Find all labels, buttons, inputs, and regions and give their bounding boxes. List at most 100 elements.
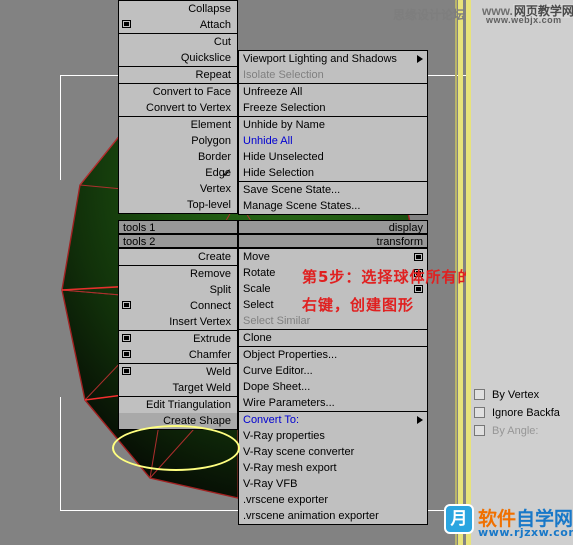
tools2-item-create[interactable]: Create xyxy=(119,249,237,265)
display-item-save-scene-state[interactable]: Save Scene State... xyxy=(239,182,427,198)
settings-box-icon[interactable] xyxy=(122,301,131,309)
tools2-item-target-weld[interactable]: Target Weld xyxy=(119,380,237,396)
menu-item-label: Select Similar xyxy=(243,315,311,327)
menu-item-label: Cut xyxy=(213,36,231,48)
transform-item-move[interactable]: Move xyxy=(239,249,427,265)
settings-box-icon[interactable] xyxy=(122,367,131,375)
by-vertex-checkbox[interactable] xyxy=(474,389,485,400)
transform-item-v-ray-vfb[interactable]: V-Ray VFB xyxy=(239,476,427,492)
display-item-manage-scene-states[interactable]: Manage Scene States... xyxy=(239,198,427,214)
quad-pane-tools2[interactable]: Create Remove Split Connect Insert Vertex Ext… xyxy=(118,248,238,430)
transform-item-wire-parameters[interactable]: Wire Parameters... xyxy=(239,395,427,411)
by-angle-checkbox[interactable] xyxy=(474,425,485,436)
menu-item-label: Vertex xyxy=(199,183,231,195)
menu-item-label: Element xyxy=(190,119,231,131)
menu-item-label: Convert To: xyxy=(243,414,300,426)
menu-item-label: Chamfer xyxy=(188,349,231,361)
menu-item-label: Quickslice xyxy=(180,52,231,64)
tools1-item-quickslice[interactable]: Quickslice xyxy=(119,50,237,66)
menu-item-label: Curve Editor... xyxy=(243,365,313,377)
display-item-unhide-all[interactable]: Unhide All xyxy=(239,133,427,149)
menu-item-label: Select xyxy=(243,299,274,311)
check-icon: ✓ xyxy=(221,166,232,180)
tools1-item-polygon[interactable]: Polygon xyxy=(119,133,237,149)
settings-box-icon[interactable] xyxy=(122,334,131,342)
transform-item-v-ray-scene-converter[interactable]: V-Ray scene converter xyxy=(239,444,427,460)
menu-item-label: Rotate xyxy=(243,267,276,279)
menu-item-label: Insert Vertex xyxy=(169,316,231,328)
menu-item-label: Weld xyxy=(206,366,231,378)
tools2-item-chamfer[interactable]: Chamfer xyxy=(119,347,237,363)
tools2-item-weld[interactable]: Weld xyxy=(119,364,237,380)
settings-box-icon[interactable] xyxy=(122,20,131,28)
quad-pane-tools1[interactable]: Collapse Attach Cut Quickslice Repeat Convert… xyxy=(118,0,238,214)
transform-item-convert-to[interactable]: Convert To: xyxy=(239,412,427,428)
menu-item-label: Object Properties... xyxy=(243,349,338,361)
transform-item-object-properties[interactable]: Object Properties... xyxy=(239,347,427,363)
ignore-backfacing-checkbox[interactable] xyxy=(474,407,485,418)
transform-item-vrscene-animation-exporter[interactable]: .vrscene animation exporter xyxy=(239,508,427,524)
tools1-item-convert-to-face[interactable]: Convert to Face xyxy=(119,84,237,100)
tools1-item-convert-to-vertex[interactable]: Convert to Vertex xyxy=(119,100,237,116)
menu-item-label: Hide Selection xyxy=(243,167,314,179)
tools1-item-top-level[interactable]: Top-level xyxy=(119,197,237,213)
tools2-item-connect[interactable]: Connect xyxy=(119,298,237,314)
display-item-viewport-lighting-and-shadows[interactable]: Viewport Lighting and Shadows xyxy=(239,51,427,67)
menu-item-label: Isolate Selection xyxy=(243,69,324,81)
display-item-unhide-by-name[interactable]: Unhide by Name xyxy=(239,117,427,133)
quad-pane-transform[interactable]: Move Rotate Scale Select Select Similar Clone… xyxy=(238,248,428,525)
settings-box-icon[interactable] xyxy=(122,350,131,358)
transform-item-vrscene-exporter[interactable]: .vrscene exporter xyxy=(239,492,427,508)
create-shape-highlight-ellipse xyxy=(112,425,240,471)
tools2-item-extrude[interactable]: Extrude xyxy=(119,331,237,347)
settings-box-icon[interactable] xyxy=(414,253,423,261)
menu-item-label: Border xyxy=(197,151,231,163)
menu-item-label: Polygon xyxy=(191,135,231,147)
command-panel[interactable]: GeoSphere01 Modifier List UVW Map Bevel … xyxy=(466,0,573,545)
viewport-border-left-lower xyxy=(60,397,61,510)
display-item-hide-unselected[interactable]: Hide Unselected xyxy=(239,149,427,165)
transform-item-clone[interactable]: Clone xyxy=(239,330,427,346)
tools2-item-split[interactable]: Split xyxy=(119,282,237,298)
tools1-item-repeat[interactable]: Repeat xyxy=(119,67,237,83)
transform-item-select-similar: Select Similar xyxy=(239,313,427,329)
tools1-item-cut[interactable]: Cut xyxy=(119,34,237,50)
tools1-item-edge[interactable]: Edge ✓ xyxy=(119,165,237,181)
menu-item-label: Move xyxy=(243,251,270,263)
ignore-backfacing-label: Ignore Backfa xyxy=(492,407,560,419)
display-item-freeze-selection[interactable]: Freeze Selection xyxy=(239,100,427,116)
panel-left-strip xyxy=(466,0,471,545)
ignore-backfacing-row[interactable]: Ignore Backfa xyxy=(474,406,560,420)
watermark-webjx: www.网页教学网 www.webjx.com xyxy=(482,2,573,26)
menu-item-label: Convert to Vertex xyxy=(146,102,231,114)
viewport-border-left xyxy=(60,75,61,180)
transform-item-v-ray-mesh-export[interactable]: V-Ray mesh export xyxy=(239,460,427,476)
by-angle-row[interactable]: By Angle: xyxy=(474,424,538,438)
transform-item-dope-sheet[interactable]: Dope Sheet... xyxy=(239,379,427,395)
quad-title-tools1: tools 1 xyxy=(118,220,238,234)
menu-item-label: V-Ray properties xyxy=(243,430,325,442)
display-item-hide-selection[interactable]: Hide Selection xyxy=(239,165,427,181)
display-item-unfreeze-all[interactable]: Unfreeze All xyxy=(239,84,427,100)
menu-item-label: Attach xyxy=(199,19,231,31)
tools2-item-insert-vertex[interactable]: Insert Vertex xyxy=(119,314,237,330)
by-vertex-row[interactable]: By Vertex xyxy=(474,388,539,402)
tools1-item-attach[interactable]: Attach xyxy=(119,17,237,33)
submenu-arrow-icon xyxy=(417,55,423,63)
tools2-item-remove[interactable]: Remove xyxy=(119,266,237,282)
menu-item-label: Freeze Selection xyxy=(243,102,326,114)
menu-item-label: Wire Parameters... xyxy=(243,397,335,409)
tools1-item-border[interactable]: Border xyxy=(119,149,237,165)
tools2-item-edit-triangulation[interactable]: Edit Triangulation xyxy=(119,397,237,413)
tools1-item-collapse[interactable]: Collapse xyxy=(119,1,237,17)
transform-item-curve-editor[interactable]: Curve Editor... xyxy=(239,363,427,379)
quad-pane-display[interactable]: Viewport Lighting and Shadows Isolate Sel… xyxy=(238,50,428,215)
transform-item-v-ray-properties[interactable]: V-Ray properties xyxy=(239,428,427,444)
menu-item-label: Clone xyxy=(243,332,272,344)
menu-item-label: Unhide by Name xyxy=(243,119,325,131)
menu-item-label: Target Weld xyxy=(172,382,232,394)
tools1-item-vertex[interactable]: Vertex xyxy=(119,181,237,197)
tools1-item-element[interactable]: Element xyxy=(119,117,237,133)
by-vertex-label: By Vertex xyxy=(492,389,540,401)
menu-item-label: Remove xyxy=(190,268,231,280)
